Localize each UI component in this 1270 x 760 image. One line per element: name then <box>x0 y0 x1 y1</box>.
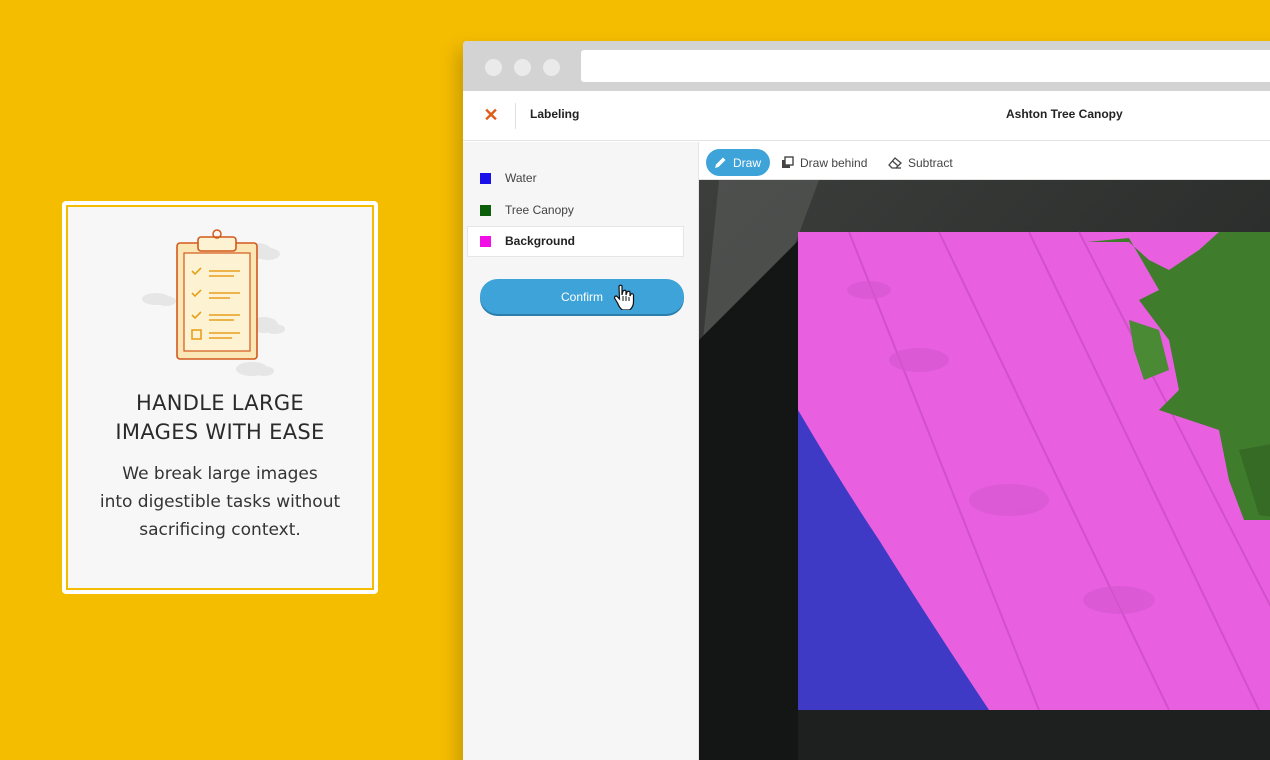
label-item-text: Tree Canopy <box>505 203 574 217</box>
section-label: Labeling <box>530 107 580 121</box>
feature-card-inner: HANDLE LARGE IMAGES WITH EASE We break l… <box>66 205 374 590</box>
color-swatch <box>480 173 491 184</box>
hand-cursor-icon <box>613 284 635 310</box>
window-minimize-dot[interactable] <box>514 59 531 76</box>
draw-tool-label: Draw <box>733 155 762 170</box>
draw-tool-button[interactable]: Draw <box>706 149 771 176</box>
drawing-toolbar: Draw Draw behind Subtract <box>699 142 1270 180</box>
close-icon[interactable]: ✕ <box>481 105 501 125</box>
address-bar[interactable] <box>581 50 1270 82</box>
project-title: Ashton Tree Canopy <box>1006 107 1123 121</box>
draw-behind-tool-button[interactable]: Draw behind <box>781 149 867 176</box>
subtract-tool-button[interactable]: Subtract <box>888 149 953 176</box>
window-maximize-dot[interactable] <box>543 59 560 76</box>
aerial-image <box>699 180 1270 760</box>
feature-card: HANDLE LARGE IMAGES WITH EASE We break l… <box>62 201 378 594</box>
label-item-text: Water <box>505 171 537 185</box>
color-swatch <box>480 205 491 216</box>
label-item-water[interactable]: Water <box>467 163 684 194</box>
browser-window: ✕ Labeling Ashton Tree Canopy Water Tree… <box>463 41 1270 760</box>
annotation-canvas[interactable] <box>699 180 1270 760</box>
subtract-tool-label: Subtract <box>908 155 953 170</box>
browser-chrome <box>463 41 1270 91</box>
label-sidebar: Water Tree Canopy Background Confirm <box>463 142 699 760</box>
eraser-icon <box>888 157 902 169</box>
layers-icon <box>782 156 794 168</box>
label-item-text: Background <box>505 234 576 248</box>
feature-description: We break large images into digestible ta… <box>99 464 341 540</box>
label-item-background[interactable]: Background <box>467 226 684 257</box>
pencil-icon <box>715 157 726 168</box>
feature-title: HANDLE LARGE IMAGES WITH EASE <box>115 391 325 444</box>
header-divider <box>515 103 516 129</box>
labeled-tile <box>798 231 1270 711</box>
app-header: ✕ Labeling Ashton Tree Canopy <box>463 91 1270 141</box>
confirm-button[interactable]: Confirm <box>480 279 684 314</box>
color-swatch <box>480 236 491 247</box>
label-item-tree-canopy[interactable]: Tree Canopy <box>467 195 684 226</box>
draw-behind-tool-label: Draw behind <box>800 155 868 170</box>
window-close-dot[interactable] <box>485 59 502 76</box>
clipboard-checklist-icon <box>142 229 285 376</box>
